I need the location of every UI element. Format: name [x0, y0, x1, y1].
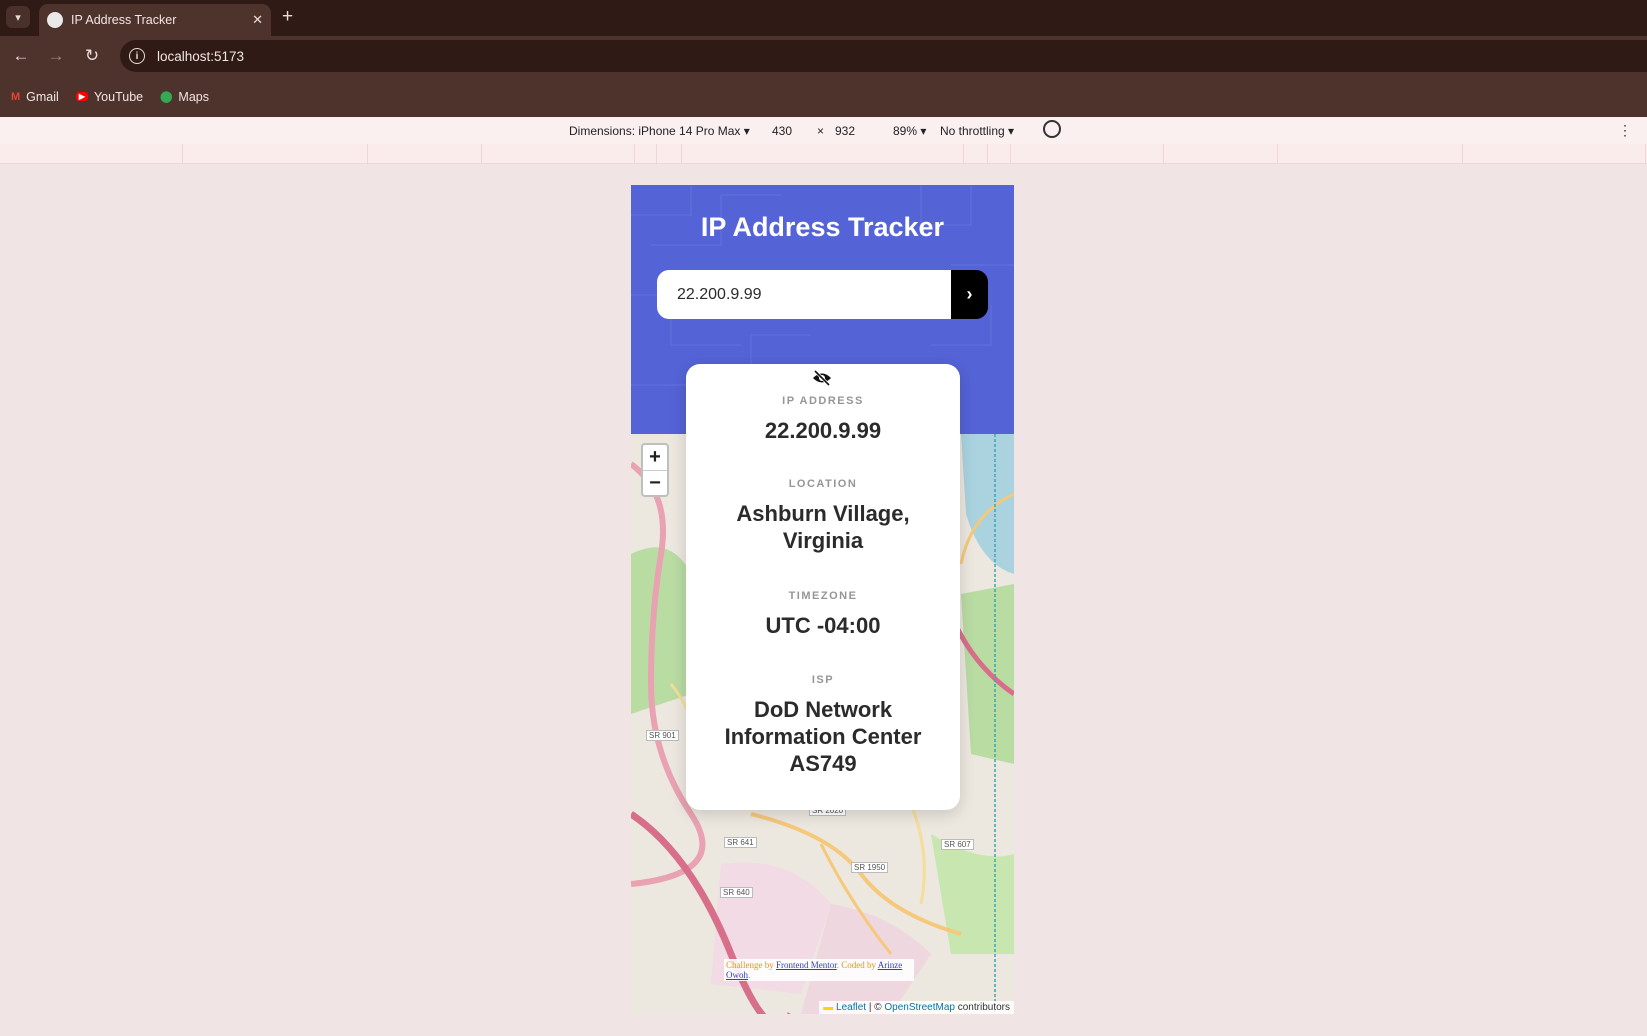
youtube-icon: ▶ [75, 92, 88, 101]
throttling-dropdown[interactable]: No throttling ▾ [940, 124, 1014, 138]
address-bar[interactable]: i localhost:5173 [120, 40, 1647, 72]
road-label: SR 640 [720, 887, 753, 898]
credit-text: Challenge by [726, 960, 776, 970]
device-viewport: SR 901 SR 2020 SR 641 SR 607 SR 1950 SR … [631, 185, 1014, 1014]
field-label: TIMEZONE [788, 590, 858, 602]
frontend-mentor-link[interactable]: Frontend Mentor [776, 960, 837, 970]
browser-tab[interactable]: IP Address Tracker ✕ [39, 4, 271, 36]
bookmark-label: Gmail [26, 89, 59, 104]
ip-address-field: IP ADDRESS 22.200.9.99 [686, 395, 960, 444]
device-height-input[interactable]: 932 [835, 124, 855, 138]
eye-slash-icon[interactable] [812, 370, 832, 386]
field-label: IP ADDRESS [782, 395, 864, 407]
openstreetmap-link[interactable]: OpenStreetMap [884, 1002, 955, 1013]
field-value: UTC -04:00 [765, 613, 881, 638]
chevron-right-icon: › [966, 284, 973, 304]
url-text[interactable]: localhost:5173 [157, 49, 244, 64]
bookmark-youtube[interactable]: ▶ YouTube [75, 89, 144, 104]
road-label: SR 607 [941, 839, 974, 850]
field-label: LOCATION [788, 478, 858, 490]
rotate-icon[interactable] [1043, 120, 1061, 138]
attribution-contributors: contributors [954, 1002, 1010, 1013]
map-attribution: ▬ Leaflet | © OpenStreetMap contributors [819, 1001, 1014, 1014]
credit-text: . Coded by [836, 960, 878, 970]
ip-search-form: › [657, 270, 988, 319]
leaflet-link[interactable]: Leaflet [836, 1002, 866, 1013]
forward-arrow-icon[interactable]: → [45, 45, 67, 67]
bookmarks-bar: M Gmail ▶ YouTube ⬤ Maps [0, 76, 1647, 117]
close-tab-icon[interactable]: ✕ [252, 12, 263, 28]
field-value: 22.200.9.99 [764, 418, 882, 443]
tab-bar: ▾ IP Address Tracker ✕ + [0, 0, 1647, 36]
tab-search-button[interactable]: ▾ [6, 6, 30, 28]
timezone-field: TIMEZONE UTC -04:00 [686, 590, 960, 639]
more-options-icon[interactable]: ⋮ [1618, 122, 1632, 139]
zoom-in-button[interactable]: + [643, 445, 667, 470]
device-width-input[interactable]: 430 [772, 124, 792, 138]
road-label: SR 1950 [851, 862, 889, 873]
media-query-ruler [0, 144, 1647, 164]
field-value: Ashburn Village, Virginia [736, 501, 910, 553]
device-toolbar: Dimensions: iPhone 14 Pro Max ▾ 430 × 93… [0, 117, 1647, 144]
dimension-separator: × [817, 124, 825, 138]
credit-text: . [748, 970, 751, 980]
tab-title: IP Address Tracker [71, 13, 177, 27]
search-submit-button[interactable]: › [951, 270, 988, 319]
new-tab-button[interactable]: + [282, 6, 293, 28]
ip-search-input[interactable] [657, 270, 951, 319]
maps-icon: ⬤ [160, 91, 173, 103]
ukraine-flag-icon: ▬ [823, 1002, 834, 1013]
page-title: IP Address Tracker [700, 212, 945, 242]
browser-toolbar: ← → ↻ i localhost:5173 [0, 36, 1647, 76]
road-label: SR 641 [724, 837, 757, 848]
gmail-icon: M [11, 90, 21, 103]
ip-info-card: IP ADDRESS 22.200.9.99 LOCATION Ashburn … [686, 364, 960, 810]
device-dimensions-dropdown[interactable]: Dimensions: iPhone 14 Pro Max ▾ [569, 124, 750, 138]
reload-icon[interactable]: ↻ [81, 45, 103, 67]
bookmark-label: YouTube [93, 89, 144, 104]
zoom-out-button[interactable]: − [643, 470, 667, 495]
isp-field: ISP DoD Network Information Center AS749 [686, 674, 960, 777]
back-arrow-icon[interactable]: ← [10, 45, 32, 67]
attribution-credit: Challenge by Frontend Mentor. Coded by A… [724, 959, 914, 981]
attribution-separator: | © [866, 1002, 885, 1013]
tab-favicon-icon [47, 12, 63, 28]
bookmark-label: Maps [178, 89, 209, 104]
location-field: LOCATION Ashburn Village, Virginia [686, 478, 960, 554]
road-label: SR 901 [646, 730, 679, 741]
zoom-dropdown[interactable]: 89% ▾ [893, 124, 926, 138]
field-value: DoD Network Information Center AS749 [724, 697, 922, 776]
bookmark-maps[interactable]: ⬤ Maps [160, 90, 209, 104]
zoom-control: + − [641, 443, 669, 497]
bookmark-gmail[interactable]: M Gmail [11, 90, 59, 104]
site-info-icon[interactable]: i [129, 48, 145, 64]
field-label: ISP [811, 674, 835, 686]
